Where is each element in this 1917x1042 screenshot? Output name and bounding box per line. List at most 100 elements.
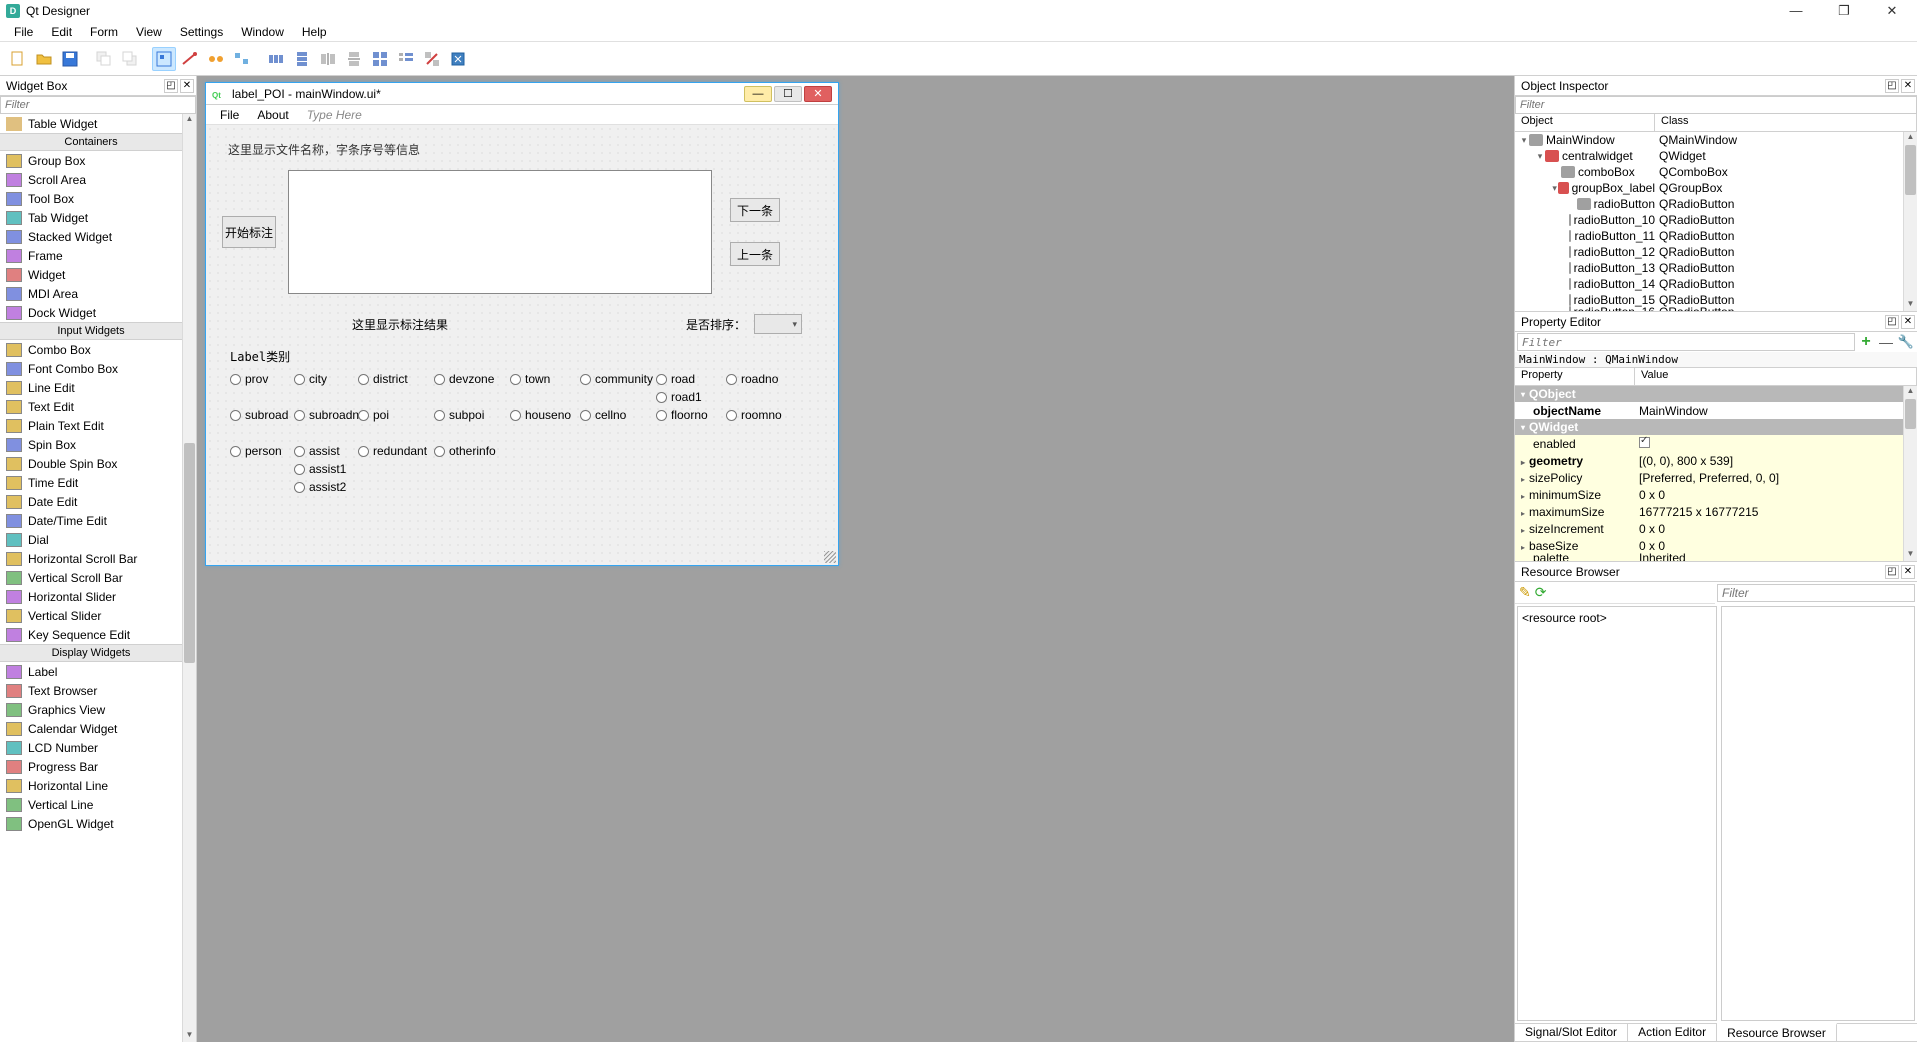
widget-item[interactable]: Frame: [0, 246, 182, 265]
tab-resource-browser[interactable]: Resource Browser: [1717, 1023, 1837, 1041]
tree-row[interactable]: ▾MainWindowQMainWindow: [1515, 132, 1903, 148]
menu-form[interactable]: Form: [82, 23, 126, 41]
resbrowser-close-icon[interactable]: ✕: [1901, 565, 1915, 579]
text-area[interactable]: [288, 170, 712, 294]
property-row[interactable]: minimumSize0 x 0: [1515, 486, 1903, 503]
widget-item[interactable]: Combo Box: [0, 340, 182, 359]
radio-item[interactable]: town: [510, 371, 580, 387]
property-section[interactable]: QObject: [1515, 386, 1903, 402]
objinspector-float-icon[interactable]: ◰: [1885, 79, 1899, 93]
radio-item[interactable]: redundant: [358, 443, 434, 459]
tree-row[interactable]: ▾groupBox_labelQGroupBox: [1515, 180, 1903, 196]
widget-box-close-icon[interactable]: ✕: [180, 79, 194, 93]
widget-box-float-icon[interactable]: ◰: [164, 79, 178, 93]
resbrowser-float-icon[interactable]: ◰: [1885, 565, 1899, 579]
object-tree[interactable]: ▾MainWindowQMainWindow▾centralwidgetQWid…: [1515, 132, 1903, 311]
widget-item[interactable]: Scroll Area: [0, 170, 182, 189]
widget-item[interactable]: Vertical Slider: [0, 606, 182, 625]
property-row[interactable]: sizePolicy[Preferred, Preferred, 0, 0]: [1515, 469, 1903, 486]
break-layout-icon[interactable]: [420, 47, 444, 71]
widget-item[interactable]: Horizontal Line: [0, 776, 182, 795]
menu-settings[interactable]: Settings: [172, 23, 231, 41]
propeditor-scrollbar[interactable]: ▲ ▼: [1903, 386, 1917, 561]
widget-box-filter[interactable]: [0, 96, 196, 114]
design-canvas[interactable]: label_POI - mainWindow.ui* — ☐ ✕ File Ab…: [197, 76, 1514, 1042]
resize-grip-icon[interactable]: [824, 551, 836, 563]
form-maximize-icon[interactable]: ☐: [774, 86, 802, 102]
widget-item[interactable]: Dial: [0, 530, 182, 549]
objinspector-scrollbar[interactable]: ▲ ▼: [1903, 132, 1917, 311]
save-form-icon[interactable]: [58, 47, 82, 71]
widget-item[interactable]: Tool Box: [0, 189, 182, 208]
property-row[interactable]: geometry[(0, 0), 800 x 539]: [1515, 452, 1903, 469]
reload-resources-icon[interactable]: ⟳: [1535, 584, 1547, 601]
widget-category[interactable]: Input Widgets: [0, 322, 182, 340]
next-button[interactable]: 下一条: [730, 198, 780, 222]
tree-row[interactable]: radioButton_11QRadioButton: [1515, 228, 1903, 244]
menu-window[interactable]: Window: [233, 23, 292, 41]
form-menu-about[interactable]: About: [249, 106, 296, 124]
widget-item[interactable]: Line Edit: [0, 378, 182, 397]
resource-tree[interactable]: <resource root>: [1517, 606, 1717, 1021]
form-window[interactable]: label_POI - mainWindow.ui* — ☐ ✕ File Ab…: [205, 82, 839, 566]
resbrowser-filter[interactable]: [1717, 584, 1915, 602]
widget-item[interactable]: Tab Widget: [0, 208, 182, 227]
radio-item[interactable]: city: [294, 371, 358, 387]
radio-item[interactable]: roadno: [726, 371, 796, 387]
widget-item[interactable]: Progress Bar: [0, 757, 182, 776]
radio-item[interactable]: subroad: [230, 407, 294, 423]
radio-item[interactable]: devzone: [434, 371, 510, 387]
radio-item[interactable]: subpoi: [434, 407, 510, 423]
tree-row[interactable]: comboBoxQComboBox: [1515, 164, 1903, 180]
radio-item[interactable]: road: [656, 371, 726, 387]
radio-item[interactable]: subroadno: [294, 407, 358, 423]
radio-item[interactable]: community: [580, 371, 656, 387]
propeditor-float-icon[interactable]: ◰: [1885, 315, 1899, 329]
radio-item[interactable]: prov: [230, 371, 294, 387]
close-button[interactable]: ✕: [1877, 3, 1907, 19]
widget-item[interactable]: OpenGL Widget: [0, 814, 182, 833]
layout-horizontal-icon[interactable]: [264, 47, 288, 71]
radio-item[interactable]: district: [358, 371, 434, 387]
form-menu-placeholder[interactable]: Type Here: [299, 106, 370, 124]
new-form-icon[interactable]: [6, 47, 30, 71]
widget-item[interactable]: Date/Time Edit: [0, 511, 182, 530]
property-row[interactable]: paletteInherited: [1515, 554, 1903, 561]
edit-widgets-icon[interactable]: [152, 47, 176, 71]
radio-item[interactable]: assist1: [294, 461, 358, 477]
propeditor-filter[interactable]: [1517, 333, 1855, 351]
widget-item[interactable]: Horizontal Scroll Bar: [0, 549, 182, 568]
edit-taborder-icon[interactable]: [230, 47, 254, 71]
minimize-button[interactable]: —: [1781, 3, 1811, 19]
radio-item[interactable]: otherinfo: [434, 443, 510, 459]
widget-item[interactable]: LCD Number: [0, 738, 182, 757]
widget-box-scrollbar[interactable]: ▲ ▼: [182, 114, 196, 1042]
form-close-icon[interactable]: ✕: [804, 86, 832, 102]
objinspector-close-icon[interactable]: ✕: [1901, 79, 1915, 93]
radio-item[interactable]: poi: [358, 407, 434, 423]
tree-row[interactable]: radioButton_16QRadioButton: [1515, 308, 1903, 311]
resource-view[interactable]: [1721, 606, 1915, 1021]
prev-button[interactable]: 上一条: [730, 242, 780, 266]
propeditor-close-icon[interactable]: ✕: [1901, 315, 1915, 329]
radio-item[interactable]: roomno: [726, 407, 796, 423]
widget-item[interactable]: Text Edit: [0, 397, 182, 416]
open-form-icon[interactable]: [32, 47, 56, 71]
tree-row[interactable]: radioButton_12QRadioButton: [1515, 244, 1903, 260]
widget-item[interactable]: Widget: [0, 265, 182, 284]
objinspector-filter[interactable]: [1515, 96, 1917, 114]
property-row[interactable]: maximumSize16777215 x 16777215: [1515, 503, 1903, 520]
menu-edit[interactable]: Edit: [43, 23, 80, 41]
tab-action-editor[interactable]: Action Editor: [1628, 1024, 1717, 1041]
property-row[interactable]: sizeIncrement0 x 0: [1515, 520, 1903, 537]
property-table[interactable]: QObjectobjectNameMainWindowQWidgetenable…: [1515, 386, 1903, 561]
widget-category[interactable]: Containers: [0, 133, 182, 151]
layout-hsplitter-icon[interactable]: [316, 47, 340, 71]
widget-item[interactable]: Key Sequence Edit: [0, 625, 182, 644]
widget-item[interactable]: Group Box: [0, 151, 182, 170]
form-titlebar[interactable]: label_POI - mainWindow.ui* — ☐ ✕: [206, 83, 838, 105]
tree-row[interactable]: radioButtonQRadioButton: [1515, 196, 1903, 212]
widget-item[interactable]: Graphics View: [0, 700, 182, 719]
send-back-icon[interactable]: [92, 47, 116, 71]
radio-item[interactable]: road1: [656, 389, 726, 405]
